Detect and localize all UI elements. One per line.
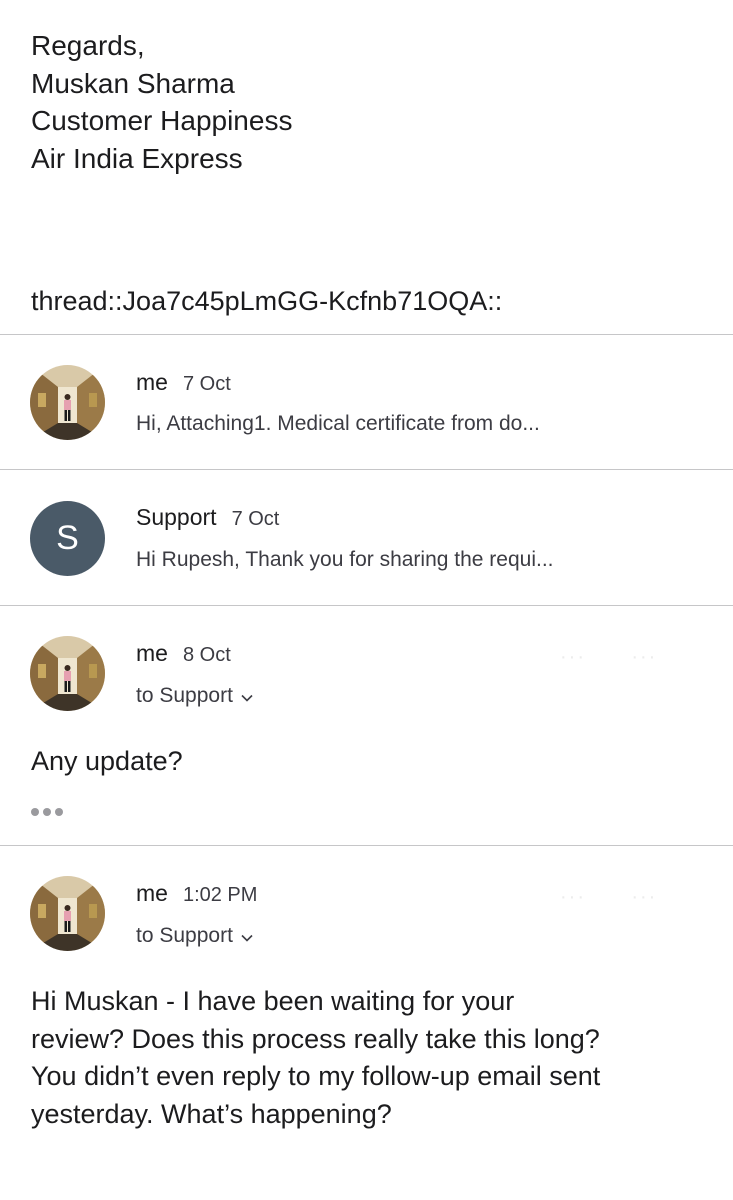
avatar <box>30 876 105 951</box>
sender-name: me <box>136 369 168 395</box>
message-collapsed-2[interactable]: S Support 7 Oct Hi Rupesh, Thank you for… <box>0 470 733 604</box>
avatar: S <box>30 501 105 576</box>
message-date: 7 Oct <box>231 508 280 530</box>
ellipsis-icon[interactable] <box>31 802 67 822</box>
chevron-down-icon <box>241 684 253 708</box>
sender-name: me <box>136 880 168 906</box>
message-collapsed-1[interactable]: me 7 Oct Hi, Attaching1. Medical certifi… <box>0 335 733 469</box>
message-snippet: Hi Rupesh, Thank you for sharing the req… <box>136 548 554 571</box>
message-expanded-3: me 8 Oct to Support ··· ··· Any update? <box>0 606 733 845</box>
photo-avatar-icon <box>30 876 105 951</box>
recipients-label: to Support <box>136 924 233 947</box>
message-body-line: review? Does this process really take th… <box>31 1023 600 1054</box>
more-options-icon[interactable]: ··· ··· <box>560 646 657 669</box>
signature-line: Customer Happiness <box>31 105 293 136</box>
message-body: Any update? <box>31 746 183 776</box>
message-body-line: You didn’t even reply to my follow-up em… <box>31 1061 601 1091</box>
photo-avatar-icon <box>30 636 105 711</box>
thread-id: thread::Joa7c45pLmGG-Kcfnb71OQA:: <box>31 286 503 316</box>
more-options-icon[interactable]: ··· ··· <box>560 886 657 909</box>
sender-name: Support <box>136 504 217 530</box>
avatar <box>30 365 105 440</box>
message-expanded-4: me 1:02 PM to Support ··· ··· Hi Muskan … <box>0 846 733 1200</box>
message-body-line: yesterday. What’s happening? <box>31 1098 392 1129</box>
recipients-toggle[interactable]: to Support <box>136 924 253 948</box>
message-date: 1:02 PM <box>182 884 258 906</box>
signature-line: Muskan Sharma <box>31 67 235 99</box>
message-date: 8 Oct <box>182 644 231 666</box>
recipients-toggle[interactable]: to Support <box>136 684 253 708</box>
avatar <box>30 636 105 711</box>
message-snippet: Hi, Attaching1. Medical certificate from… <box>136 412 540 435</box>
signature-line: Regards, <box>31 30 145 61</box>
message-body-line: Hi Muskan - I have been waiting for your <box>31 986 515 1016</box>
signature-line: Air India Express <box>31 142 243 174</box>
recipients-label: to Support <box>136 684 233 707</box>
signature-block: Regards, Muskan Sharma Customer Happines… <box>31 27 292 177</box>
message-body: Hi Muskan - I have been waiting for your… <box>31 983 600 1133</box>
chevron-down-icon <box>241 924 253 948</box>
photo-avatar-icon <box>30 365 105 440</box>
message-date: 7 Oct <box>182 373 231 395</box>
sender-name: me <box>136 640 168 666</box>
